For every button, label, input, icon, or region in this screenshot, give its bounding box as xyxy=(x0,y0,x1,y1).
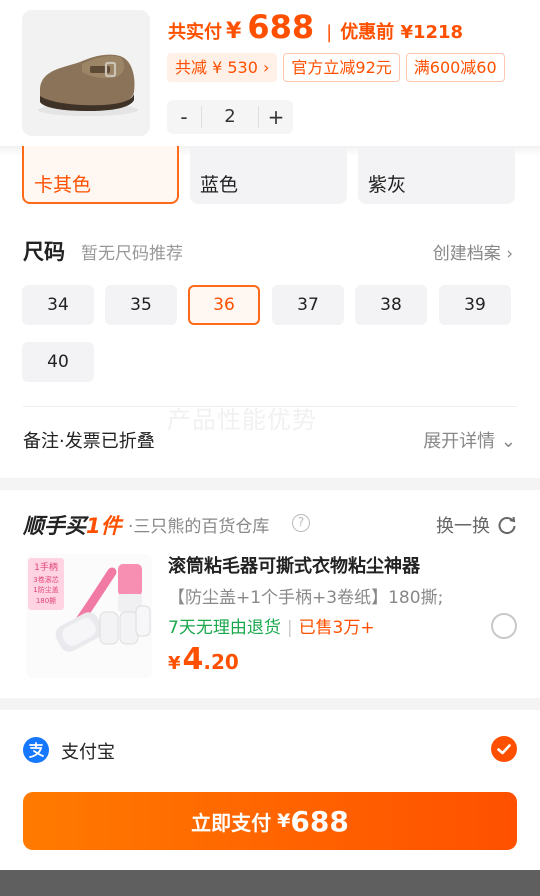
total-price-row: 共实付 ¥ 688 | 优惠前 ¥1218 xyxy=(168,8,463,46)
bundle-product-image[interactable]: 1手柄 3卷滚芯 1防尘盖 180撕 xyxy=(26,554,152,678)
bundle-product-title[interactable]: 滚筒粘毛器可撕式衣物粘尘神器 xyxy=(168,552,420,578)
help-icon[interactable]: ? xyxy=(292,514,310,532)
sales-count-tag: 已售3万+ xyxy=(298,618,375,638)
notes-invoice-label[interactable]: 备注·发票已折叠 xyxy=(23,427,155,453)
pay-button-label: 立即支付 xyxy=(191,810,272,835)
bundle-logo-highlight: 1件 xyxy=(86,514,122,538)
store-name: 三只熊的百货仓库 xyxy=(133,517,270,537)
price-separator: | xyxy=(326,22,333,43)
size-section-title: 尺码 xyxy=(23,240,65,264)
pay-button-amount: 688 xyxy=(290,804,349,838)
quantity-value[interactable]: 2 xyxy=(201,106,259,128)
quantity-stepper: - 2 + xyxy=(167,100,293,134)
pay-now-button[interactable]: 立即支付 ¥ 688 xyxy=(23,792,517,850)
total-label: 共实付 xyxy=(168,22,222,43)
color-option-purple-gray[interactable]: 紫灰 xyxy=(358,146,515,204)
bundle-store-name: ·三只熊的百货仓库 xyxy=(128,512,269,537)
discount-chips: 共减 ¥ 530 › 官方立减92元 满600减60 xyxy=(167,53,505,82)
payment-card: 支付宝 立即支付 ¥ 688 xyxy=(0,710,540,870)
size-option-34[interactable]: 34 xyxy=(22,285,94,325)
bundle-logo: 顺手买1件 xyxy=(23,510,122,540)
payment-selected-check[interactable] xyxy=(491,736,517,762)
threshold-discount-chip: 满600减60 xyxy=(405,53,505,82)
size-option-36[interactable]: 36 xyxy=(188,285,260,325)
color-option-blue[interactable]: 蓝色 xyxy=(190,146,347,204)
bundle-product-tags: 7天无理由退货 | 已售3万+ xyxy=(168,613,375,638)
payment-method-label: 支付宝 xyxy=(61,742,115,763)
return-policy-tag: 7天无理由退货 xyxy=(168,618,281,638)
size-option-39[interactable]: 39 xyxy=(439,285,511,325)
img-tag-1: 1手柄 xyxy=(34,561,58,573)
tag-separator: | xyxy=(286,618,293,638)
system-home-bar xyxy=(0,870,540,896)
size-option-35[interactable]: 35 xyxy=(105,285,177,325)
swap-button[interactable]: 换一换 xyxy=(436,512,518,538)
lint-roller-image: 1手柄 3卷滚芯 1防尘盖 180撕 xyxy=(28,558,151,652)
swap-label: 换一换 xyxy=(436,516,490,537)
img-tag-2: 3卷滚芯 xyxy=(33,575,58,584)
size-recommend-text: 暂无尺码推荐 xyxy=(81,244,183,264)
total-currency: ¥ xyxy=(226,19,242,44)
bundle-price-dec: .20 xyxy=(203,650,239,674)
check-icon xyxy=(497,744,511,755)
product-thumbnail[interactable] xyxy=(22,10,150,136)
pay-button-currency: ¥ xyxy=(277,810,291,832)
img-tag-3: 1防尘盖 xyxy=(33,585,58,594)
official-discount-chip: 官方立减92元 xyxy=(283,53,400,82)
bundle-product-price: ¥ 4 .20 xyxy=(168,642,239,677)
size-option-38[interactable]: 38 xyxy=(355,285,427,325)
img-tag-4: 180撕 xyxy=(36,596,56,605)
size-option-37[interactable]: 37 xyxy=(272,285,344,325)
total-amount: 688 xyxy=(247,8,315,46)
shoe-image xyxy=(38,54,138,116)
alipay-icon xyxy=(23,737,49,763)
bundle-product-desc: 【防尘盖+1个手柄+3卷纸】180撕; xyxy=(168,588,444,608)
size-option-40[interactable]: 40 xyxy=(22,342,94,382)
create-profile-link[interactable]: 创建档案 › xyxy=(433,239,513,264)
refresh-icon xyxy=(498,516,516,535)
section-divider xyxy=(23,406,517,407)
total-discount-chip[interactable]: 共减 ¥ 530 › xyxy=(167,53,278,82)
bundle-offer-card: 顺手买1件 ·三只熊的百货仓库 ? 换一换 1手柄 3卷滚芯 1防尘盖 180撕… xyxy=(0,490,540,698)
bundle-select-radio[interactable] xyxy=(491,613,517,639)
bundle-price-int: 4 xyxy=(182,642,204,677)
expand-details-link[interactable]: 展开详情 ⌄ xyxy=(423,427,516,453)
bundle-price-currency: ¥ xyxy=(168,653,181,674)
color-option-khaki[interactable]: 卡其色 xyxy=(22,146,179,204)
bundle-logo-prefix: 顺手买 xyxy=(23,514,86,538)
order-summary-card: 共实付 ¥ 688 | 优惠前 ¥1218 共减 ¥ 530 › 官方立减92元… xyxy=(0,0,540,478)
decrease-quantity-button[interactable]: - xyxy=(167,105,201,129)
increase-quantity-button[interactable]: + xyxy=(259,105,293,129)
before-discount-price: 优惠前 ¥1218 xyxy=(340,22,464,43)
